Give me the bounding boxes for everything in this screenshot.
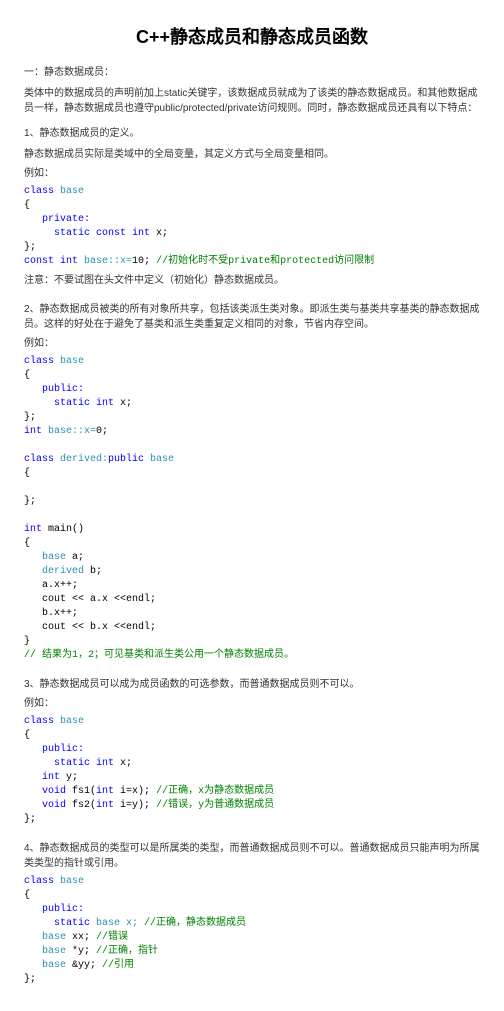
kw: static bbox=[24, 758, 90, 769]
cls: base bbox=[54, 356, 84, 367]
topic-1-head: 1、静态数据成员的定义。 bbox=[24, 126, 480, 141]
t: x; bbox=[114, 758, 132, 769]
cls: derived bbox=[24, 566, 84, 577]
kw: public: bbox=[24, 384, 84, 395]
cls: base bbox=[54, 186, 84, 197]
comment: //正确，静态数据成员 bbox=[144, 918, 246, 929]
kw: int bbox=[96, 800, 114, 811]
comment: //错误，y为普通数据成员 bbox=[156, 800, 274, 811]
t: cout << a.x <<endl; bbox=[24, 594, 156, 605]
comment: //正确，x为静态数据成员 bbox=[156, 786, 274, 797]
t: ; bbox=[144, 256, 156, 267]
kw: int bbox=[24, 772, 60, 783]
cls: derived: bbox=[54, 454, 108, 465]
t: fs1( bbox=[66, 786, 96, 797]
comment: //引用 bbox=[102, 960, 134, 971]
t: b; bbox=[84, 566, 102, 577]
comment: //错误 bbox=[96, 932, 128, 943]
cls: base::x= bbox=[78, 256, 132, 267]
t: i=x); bbox=[114, 786, 156, 797]
kw: static bbox=[24, 228, 90, 239]
t: a; bbox=[66, 552, 84, 563]
brace: }; bbox=[24, 974, 36, 985]
num: 10 bbox=[132, 256, 144, 267]
kw: int bbox=[126, 228, 150, 239]
brace: }; bbox=[24, 814, 36, 825]
cls: base bbox=[54, 716, 84, 727]
kw: int bbox=[24, 524, 42, 535]
brace: { bbox=[24, 370, 30, 381]
note-1: 注意：不要试图在头文件中定义（初始化）静态数据成员。 bbox=[24, 273, 480, 288]
kw: class bbox=[24, 356, 54, 367]
code-block-2: class base { public: static int x; }; in… bbox=[24, 355, 480, 663]
kw: public bbox=[108, 454, 144, 465]
kw: int bbox=[24, 426, 42, 437]
example-label-2: 例如： bbox=[24, 336, 480, 351]
topic-4-head: 4、静态数据成员的类型可以是所属类的类型，而普通数据成员则不可以。普通数据成员只… bbox=[24, 841, 480, 871]
example-label-3: 例如： bbox=[24, 696, 480, 711]
code-block-4: class base { public: static base x; //正确… bbox=[24, 875, 480, 987]
example-label-1: 例如： bbox=[24, 166, 480, 181]
brace: }; bbox=[24, 242, 36, 253]
t: i=y); bbox=[114, 800, 156, 811]
section-1-head: 一：静态数据成员： bbox=[24, 65, 480, 80]
cls: base::x= bbox=[42, 426, 96, 437]
t: x; bbox=[150, 228, 168, 239]
brace: { bbox=[24, 468, 30, 479]
t: x; bbox=[114, 398, 132, 409]
code-block-1: class base { private: static const int x… bbox=[24, 185, 480, 269]
t: *y; bbox=[66, 946, 96, 957]
t: cout << b.x <<endl; bbox=[24, 622, 156, 633]
brace: { bbox=[24, 730, 30, 741]
brace: { bbox=[24, 538, 30, 549]
t: xx; bbox=[66, 932, 96, 943]
t: main() bbox=[42, 524, 84, 535]
cls: base bbox=[24, 932, 66, 943]
brace: }; bbox=[24, 412, 36, 423]
cls: base bbox=[24, 960, 66, 971]
topic-2-head: 2、静态数据成员被类的所有对象所共享，包括该类派生类对象。即派生类与基类共享基类… bbox=[24, 302, 480, 332]
result-comment: // 结果为1，2；可见基类和派生类公用一个静态数据成员。 bbox=[24, 650, 294, 661]
kw: int bbox=[90, 398, 114, 409]
kw: int bbox=[54, 256, 78, 267]
t: y; bbox=[60, 772, 78, 783]
comment: //正确，指针 bbox=[96, 946, 158, 957]
cls: base bbox=[24, 946, 66, 957]
kw: private: bbox=[24, 214, 90, 225]
brace: { bbox=[24, 200, 30, 211]
kw: int bbox=[90, 758, 114, 769]
cls: base bbox=[54, 876, 84, 887]
cls: base bbox=[144, 454, 174, 465]
kw: void bbox=[24, 786, 66, 797]
cls: base bbox=[24, 552, 66, 563]
comment: //初始化时不受private和protected访问限制 bbox=[156, 256, 374, 267]
kw: public: bbox=[24, 904, 84, 915]
t: a.x++; bbox=[24, 580, 78, 591]
kw: int bbox=[96, 786, 114, 797]
section-1-intro: 类体中的数据成员的声明前加上static关键字，该数据成员就成为了该类的静态数据… bbox=[24, 86, 480, 116]
t: &yy; bbox=[66, 960, 102, 971]
code-block-3: class base { public: static int x; int y… bbox=[24, 715, 480, 827]
kw: const bbox=[24, 256, 54, 267]
brace: } bbox=[24, 636, 30, 647]
brace: }; bbox=[24, 496, 36, 507]
topic-1-p1: 静态数据成员实际是类域中的全局变量，其定义方式与全局变量相同。 bbox=[24, 147, 480, 162]
cls: base x; bbox=[90, 918, 144, 929]
kw: class bbox=[24, 186, 54, 197]
kw: class bbox=[24, 716, 54, 727]
kw: class bbox=[24, 876, 54, 887]
kw: class bbox=[24, 454, 54, 465]
kw: static bbox=[24, 918, 90, 929]
kw: const bbox=[90, 228, 126, 239]
kw: public: bbox=[24, 744, 84, 755]
page-title: C++静态成员和静态成员函数 bbox=[24, 24, 480, 51]
kw: void bbox=[24, 800, 66, 811]
topic-3-head: 3、静态数据成员可以成为成员函数的可选参数，而普通数据成员则不可以。 bbox=[24, 677, 480, 692]
kw: static bbox=[24, 398, 90, 409]
brace: { bbox=[24, 890, 30, 901]
t: b.x++; bbox=[24, 608, 78, 619]
t: ; bbox=[102, 426, 108, 437]
t: fs2( bbox=[66, 800, 96, 811]
